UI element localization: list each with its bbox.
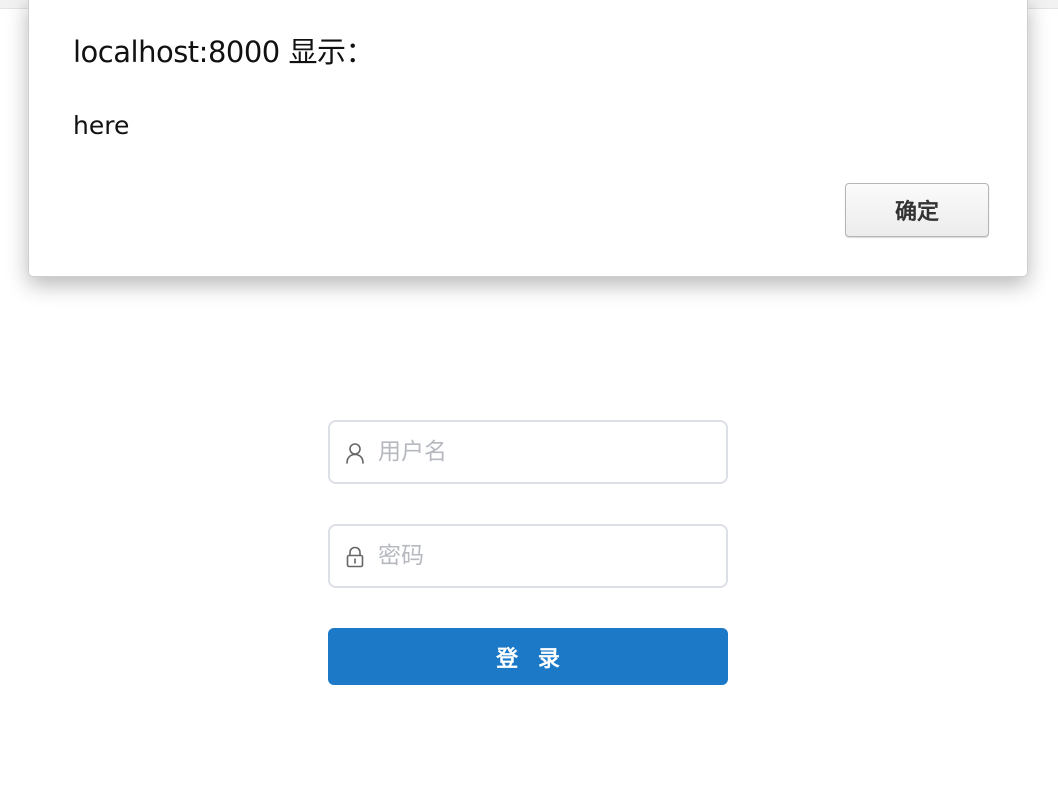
user-icon — [346, 443, 364, 464]
password-field — [328, 524, 728, 588]
alert-ok-button[interactable]: 确定 — [845, 183, 989, 237]
alert-title: localhost:8000 显示： — [73, 35, 374, 69]
password-input[interactable] — [378, 534, 708, 578]
lock-icon — [346, 546, 364, 568]
username-field — [328, 420, 728, 484]
alert-message: here — [73, 111, 130, 140]
alert-dialog: localhost:8000 显示： here 确定 — [28, 0, 1028, 277]
page: 登 录 localhost:8000 显示： here 确定 — [0, 0, 1058, 790]
login-button[interactable]: 登 录 — [328, 628, 728, 685]
login-form: 登 录 — [328, 420, 728, 685]
username-input[interactable] — [378, 430, 708, 474]
